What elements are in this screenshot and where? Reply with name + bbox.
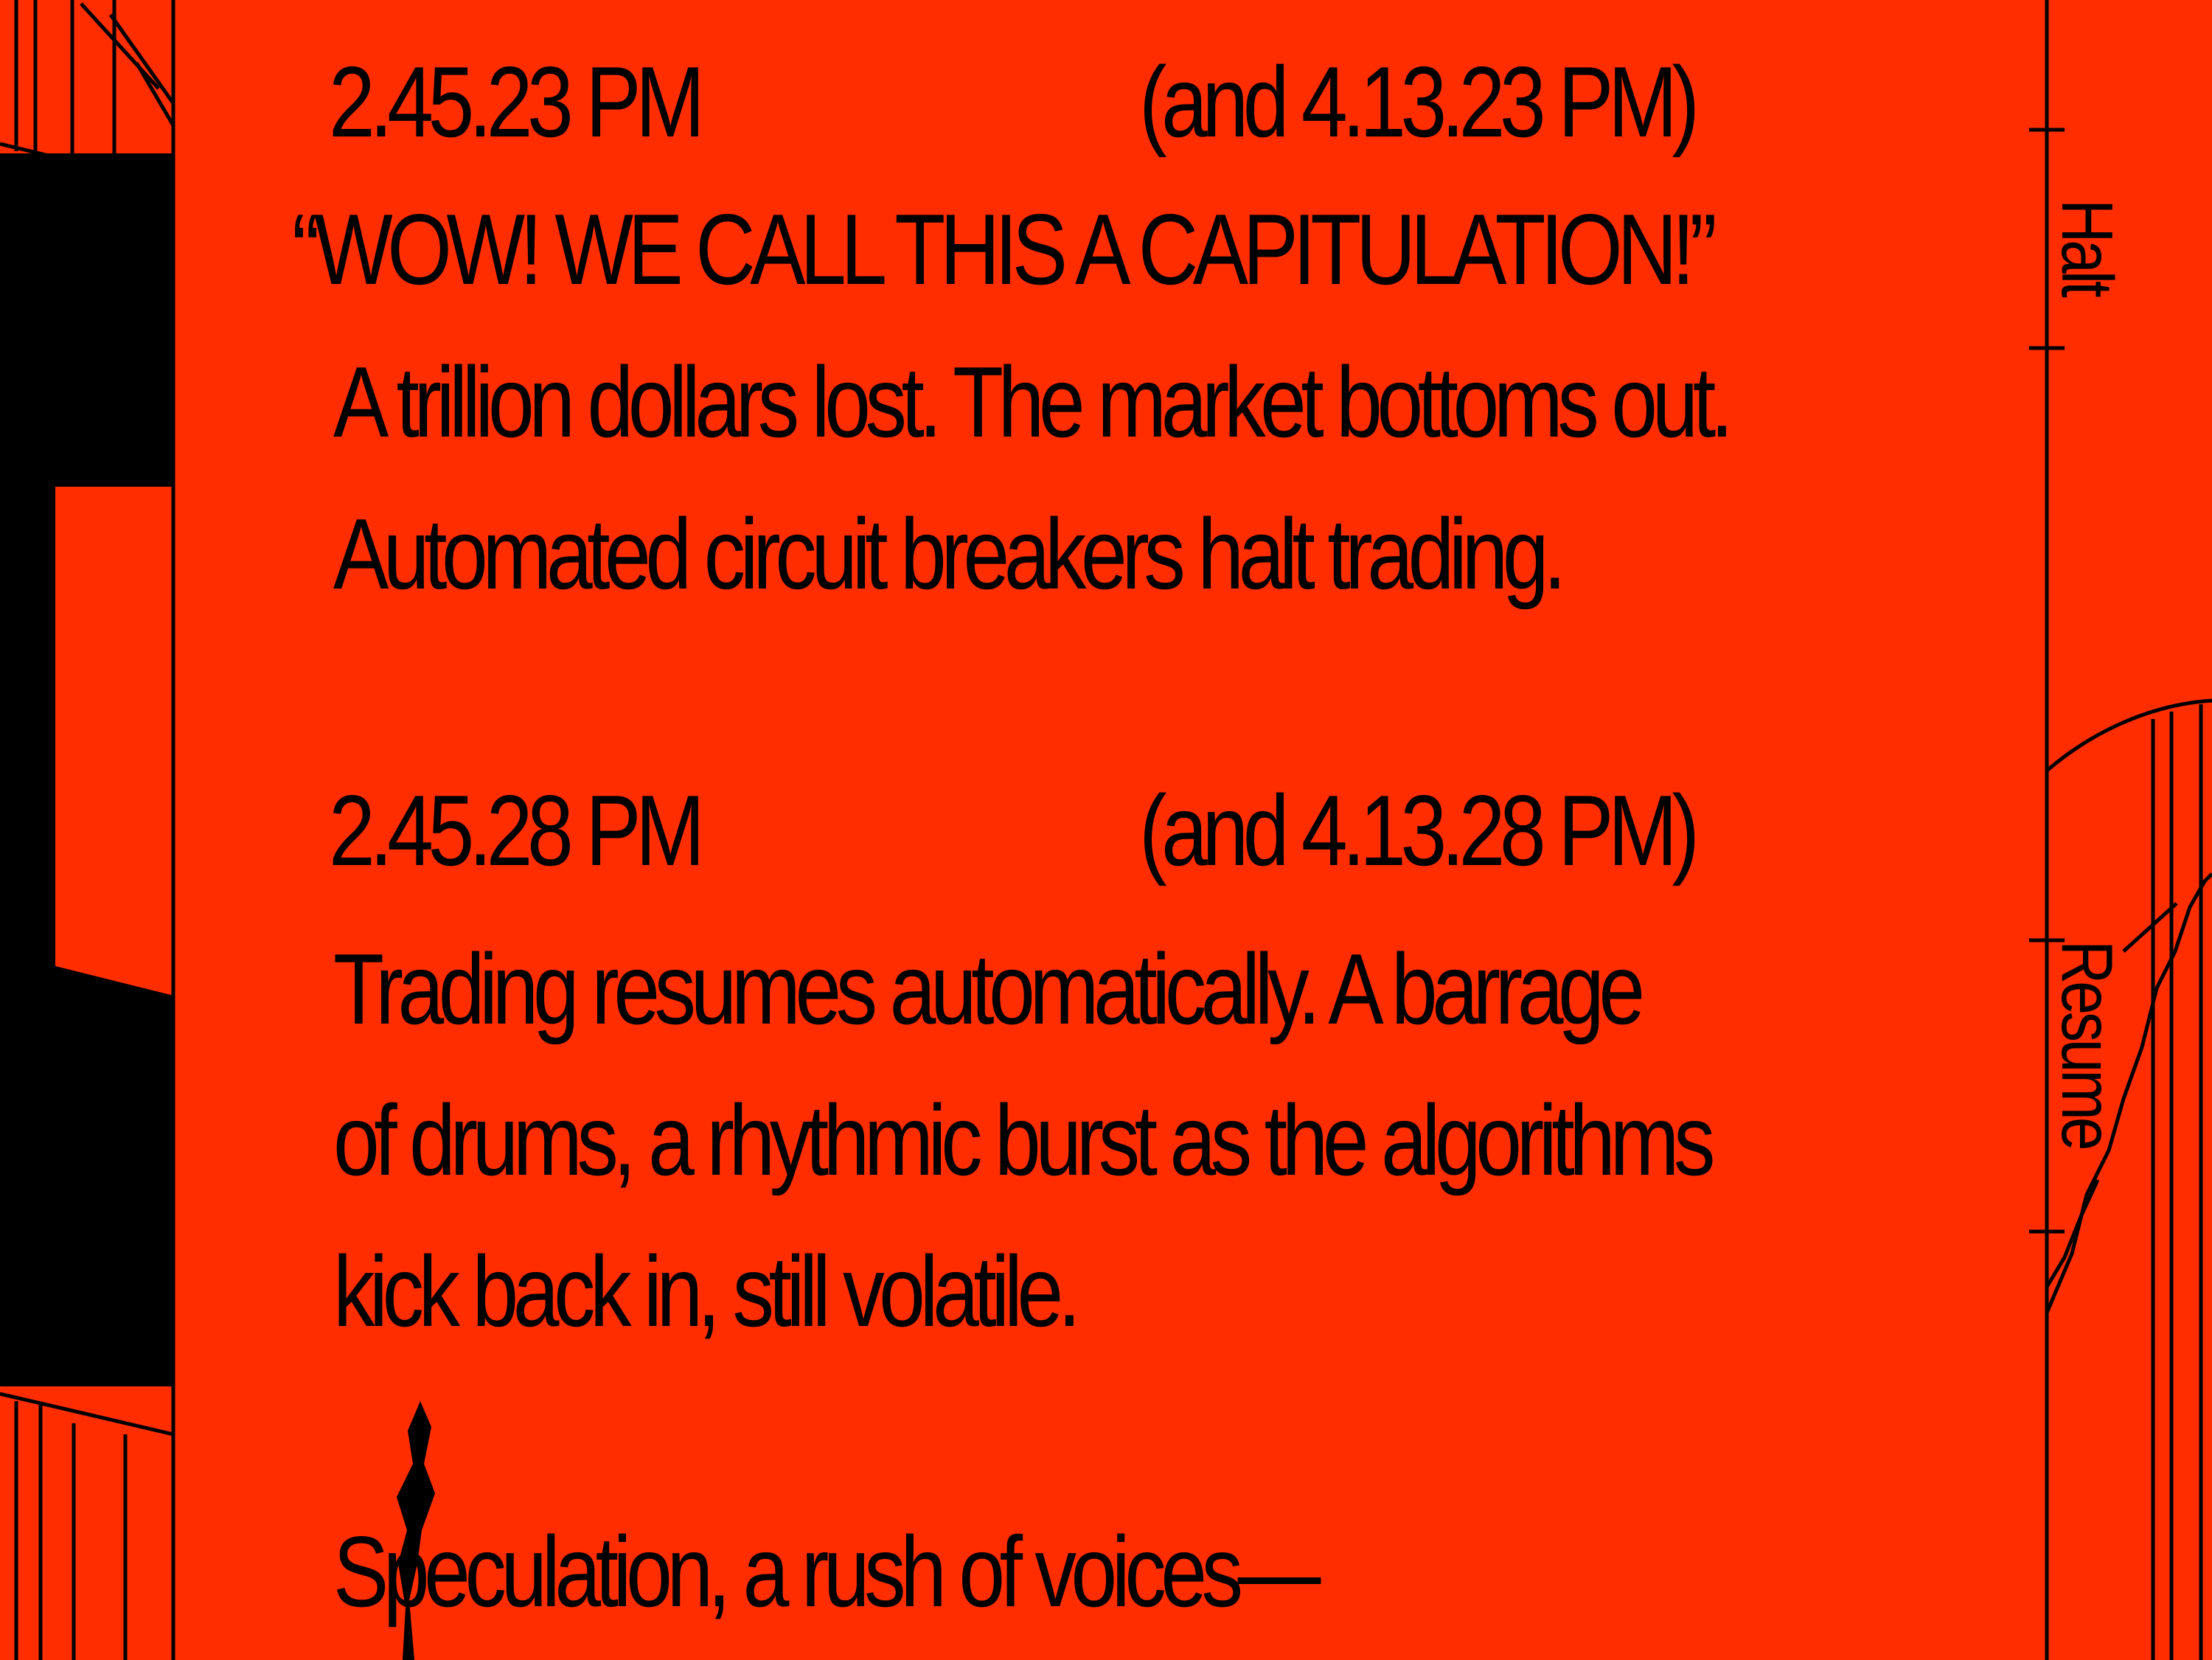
alternate-timestamp: (and 4.13.23 PM) xyxy=(1139,46,1700,158)
page: 2.45.23 PM (and 4.13.23 PM) “WOW! WE CAL… xyxy=(0,0,2212,1660)
body-line: A trillion dollars lost. The market bott… xyxy=(333,346,1733,458)
alternate-timestamp: (and 4.13.28 PM) xyxy=(1139,774,1700,886)
body-line: Trading resumes automatically. A barrage xyxy=(333,933,1645,1045)
closing-line: Speculation, a rush of voices— xyxy=(333,1515,1321,1628)
body-line: of drums, a rhythmic burst as the algori… xyxy=(333,1084,1716,1196)
left-black-band-2 xyxy=(0,487,173,1386)
body-line: Automated circuit breakers halt trading. xyxy=(333,498,1567,610)
body-line: kick back in, still volatile. xyxy=(333,1235,1081,1347)
quote-line: “WOW! WE CALL THIS A CAPITULATION!” xyxy=(292,193,1717,305)
side-label-halt: Halt xyxy=(2047,199,2128,295)
timestamp: 2.45.23 PM xyxy=(329,46,705,158)
left-black-band-1 xyxy=(0,153,173,487)
timestamp: 2.45.28 PM xyxy=(329,774,705,886)
side-label-resume: Resume xyxy=(2047,940,2128,1148)
